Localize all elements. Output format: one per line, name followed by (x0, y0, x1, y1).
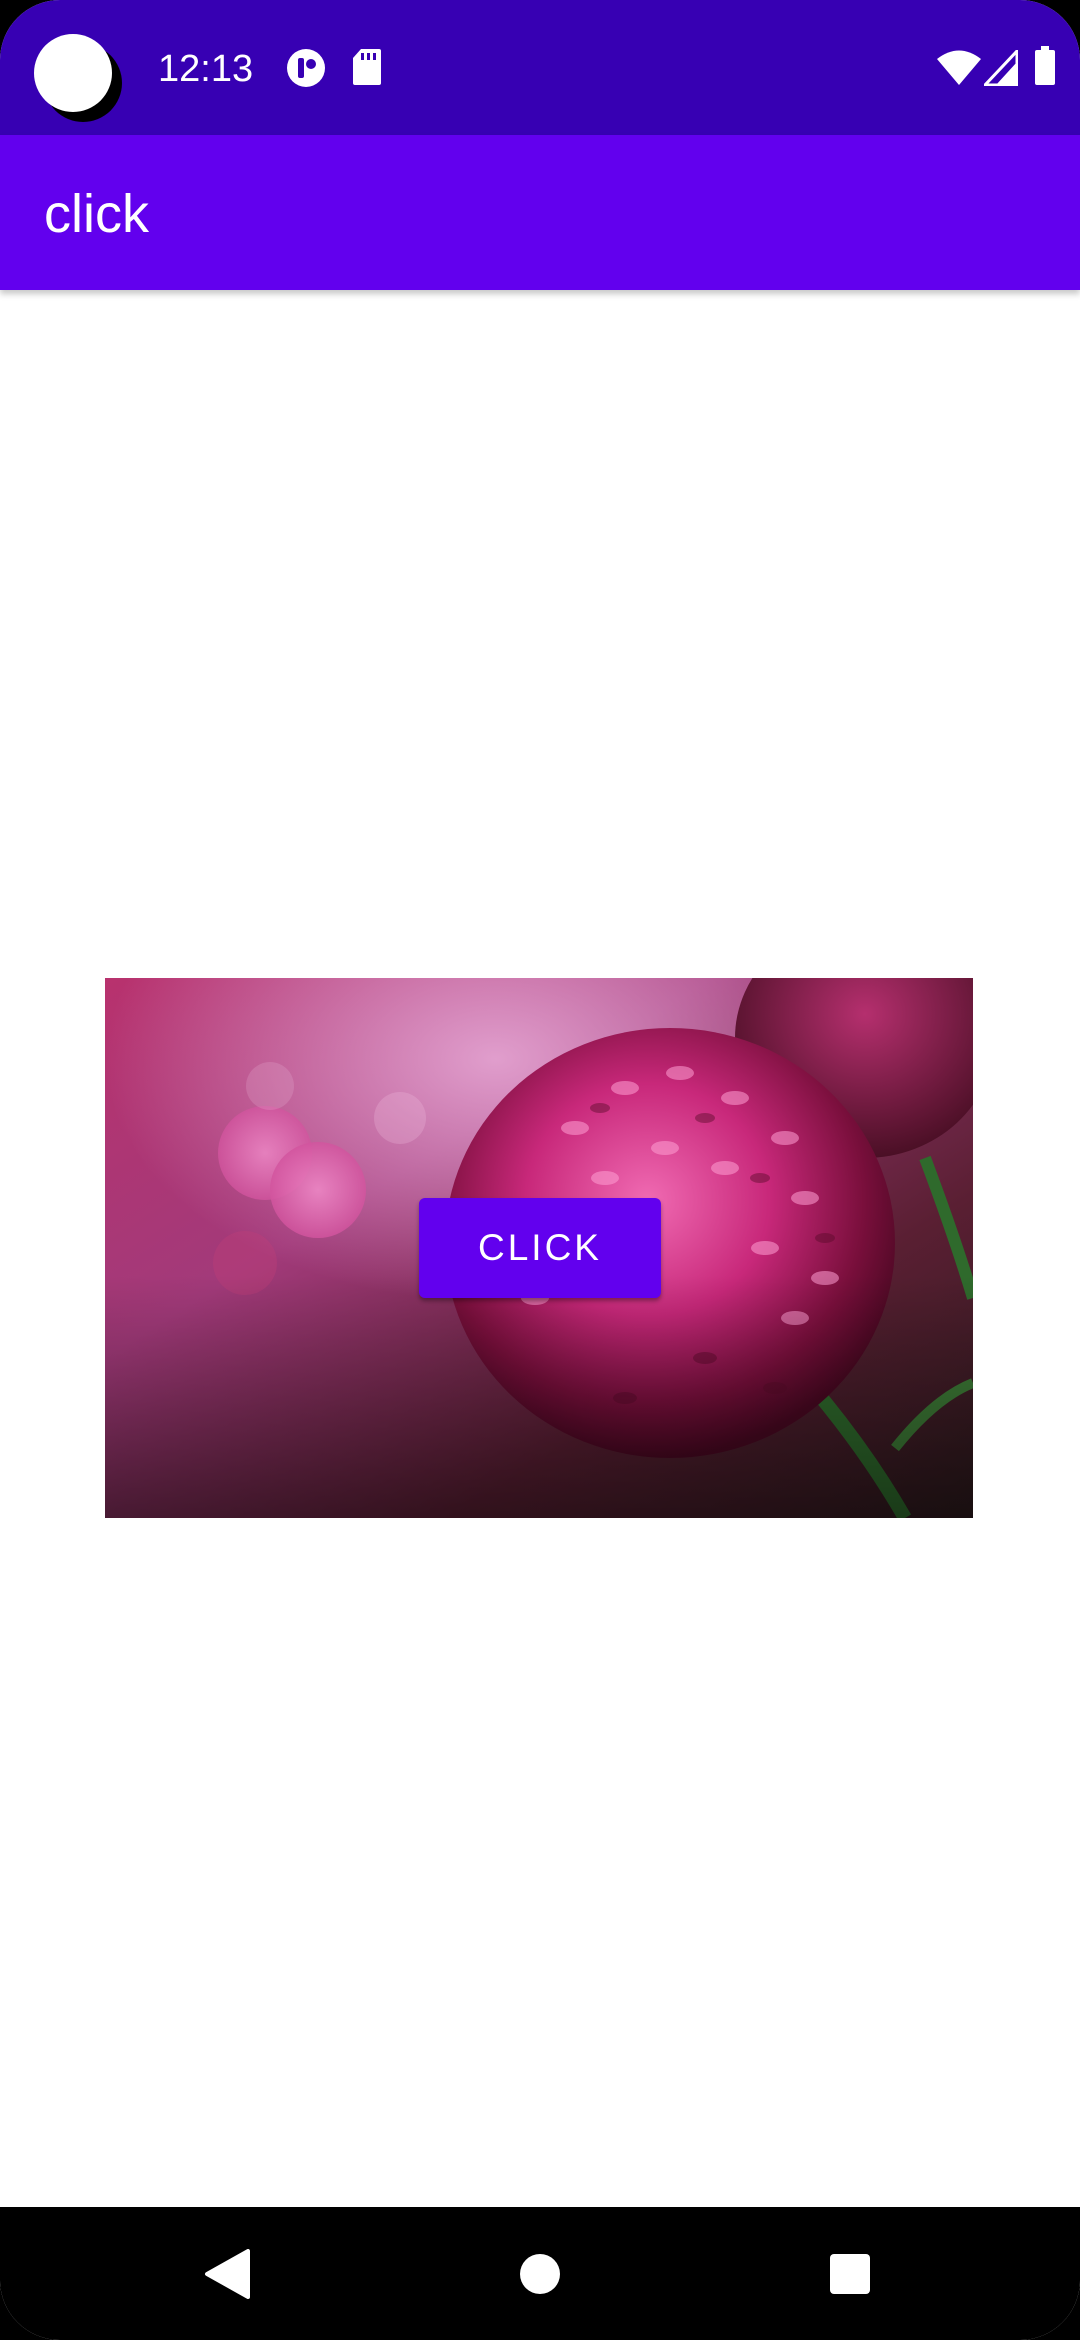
status-bar: 12:13 (0, 0, 1080, 135)
app-title: click (44, 184, 149, 244)
back-icon[interactable] (147, 2207, 307, 2340)
camera-cutout (34, 34, 112, 112)
home-icon[interactable] (460, 2207, 620, 2340)
battery-icon (1034, 46, 1056, 91)
app-screen: 12:13 click CLICK (0, 0, 1080, 2340)
click-button[interactable]: CLICK (419, 1198, 661, 1298)
recents-icon[interactable] (770, 2207, 930, 2340)
wifi-icon (936, 50, 982, 91)
navigation-bar (0, 2207, 1080, 2340)
sd-card-icon (352, 48, 382, 91)
app-bar: click (0, 135, 1080, 290)
cell-signal-icon (981, 47, 1019, 91)
status-time: 12:13 (158, 48, 254, 90)
notification-app-icon (286, 48, 326, 93)
